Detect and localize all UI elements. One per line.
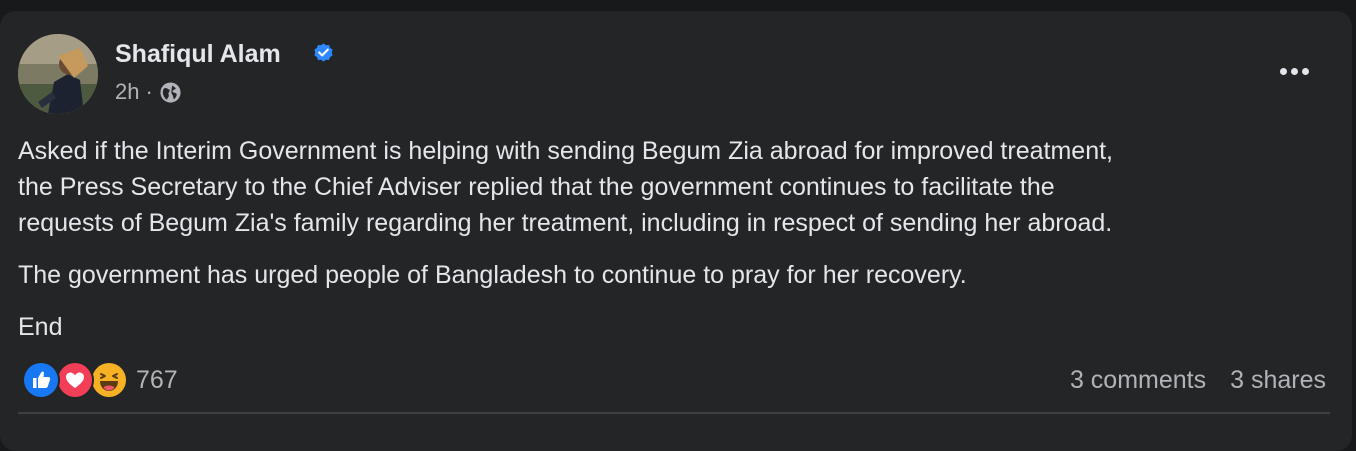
more-dot-icon [1301,67,1309,75]
author-name[interactable]: Shafiqul Alam [115,40,281,69]
post-timestamp[interactable]: 2h [115,79,139,105]
love-reaction-icon [56,361,94,399]
reaction-count: 767 [136,365,178,394]
comments-count-link[interactable]: 3 comments [1070,366,1206,395]
post-paragraph: Asked if the Interim Government is helpi… [18,133,1338,241]
more-dot-icon [1279,67,1287,75]
post-text-line: Asked if the Interim Government is helpi… [18,137,1113,165]
globe-icon [160,81,181,103]
like-reaction-icon [22,361,60,399]
haha-reaction-icon [90,361,128,399]
meta-separator: · [145,79,153,104]
post-stats: 3 comments 3 shares [1070,366,1326,395]
post-text-line: the Press Secretary to the Chief Adviser… [18,173,1055,201]
post-meta: 2h · [115,78,182,106]
avatar-photo [18,34,98,114]
more-options-button[interactable] [1275,59,1313,83]
actions-divider [18,412,1330,414]
post-card: Shafiqul Alam 2h · Asked if the Interim … [0,11,1352,451]
post-paragraph: End [18,313,63,341]
post-text-line: requests of Begum Zia's family regarding… [18,209,1113,237]
more-dot-icon [1290,67,1298,75]
post-body: Asked if the Interim Government is helpi… [18,133,1338,345]
shares-count-link[interactable]: 3 shares [1230,366,1326,395]
reactions-summary[interactable]: 767 [22,361,178,399]
post-paragraph: The government has urged people of Bangl… [18,261,967,289]
author-avatar[interactable] [18,34,98,114]
verified-badge-icon [314,43,333,62]
